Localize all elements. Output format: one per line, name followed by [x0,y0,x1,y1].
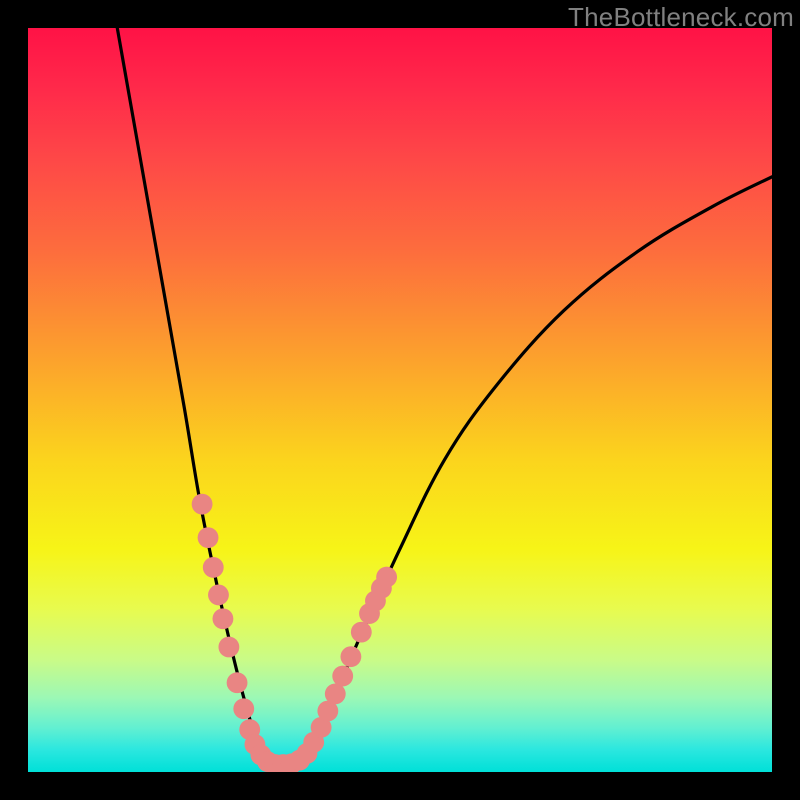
marker-cluster-left [192,494,278,772]
data-marker [325,683,346,704]
data-marker [218,637,239,658]
data-marker [289,750,310,771]
data-marker [233,698,254,719]
marker-cluster-bottom [265,743,318,772]
data-marker [192,494,213,515]
data-marker [198,527,219,548]
data-marker [208,585,229,606]
data-marker [311,717,332,738]
data-marker [239,719,260,740]
data-marker [213,608,234,629]
bottleneck-curve-path [117,28,772,766]
data-marker [365,590,386,611]
data-marker [317,701,338,722]
chart-plot-area [28,28,772,772]
data-marker [371,578,392,599]
data-marker [203,557,224,578]
data-marker [376,567,397,588]
data-marker [340,646,361,667]
data-marker [303,732,324,753]
data-marker [265,754,286,772]
data-marker [297,743,318,764]
data-marker [359,603,380,624]
data-marker [227,672,248,693]
marker-cluster-right [303,567,397,753]
data-marker [250,744,271,765]
data-marker [257,751,278,772]
data-marker [273,754,294,772]
bottleneck-curve-svg [28,28,772,772]
data-marker [332,666,353,687]
data-marker [351,622,372,643]
data-marker [245,734,266,755]
data-marker [281,753,302,772]
chart-frame: TheBottleneck.com [0,0,800,800]
